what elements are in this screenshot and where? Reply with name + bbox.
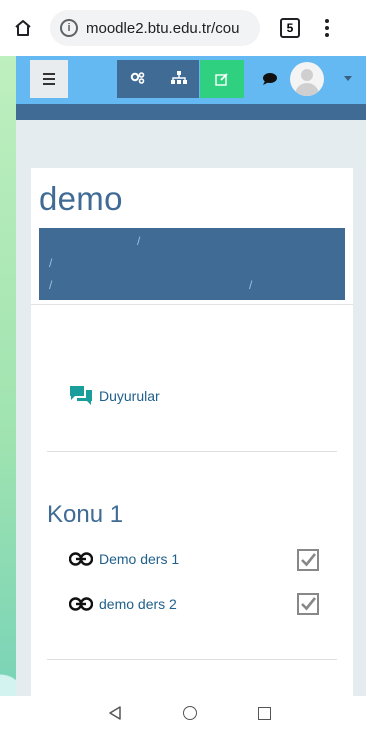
completion-checkbox-icon[interactable] [297, 549, 319, 571]
course-title: demo [39, 180, 123, 217]
forum-label[interactable]: Duyurular [99, 388, 160, 404]
section-title: Konu 1 [47, 501, 124, 528]
back-icon[interactable] [108, 706, 122, 720]
activity-label[interactable]: Demo ders 1 [99, 551, 179, 567]
browser-toolbar: i moodle2.btu.edu.tr/cou 5 [0, 0, 366, 56]
edit-mode-button[interactable] [200, 60, 244, 98]
hamburger-menu-button[interactable] [30, 60, 68, 98]
activity-url-2[interactable]: demo ders 2 [69, 596, 177, 612]
link-icon [69, 597, 93, 611]
breadcrumb-separator: / [49, 256, 53, 270]
forum-link[interactable]: Duyurular [69, 385, 160, 407]
sitemap-icon[interactable] [170, 70, 187, 88]
breadcrumb: / / / / [39, 228, 345, 300]
tab-switcher-button[interactable]: 5 [280, 18, 300, 38]
completion-checkbox-icon[interactable] [297, 593, 319, 615]
android-navigation-bar [0, 696, 366, 730]
user-avatar[interactable] [290, 62, 324, 96]
home-button-icon[interactable] [183, 706, 197, 720]
edit-icon [215, 73, 228, 86]
info-icon[interactable]: i [60, 19, 78, 37]
section-divider [47, 659, 337, 660]
forum-icon [70, 386, 92, 405]
course-content: Duyurular Konu 1 Demo ders 1 demo ders 2 [31, 304, 353, 697]
section-divider [47, 451, 337, 452]
nav-tools-group [117, 60, 199, 98]
user-menu-caret-icon[interactable] [344, 76, 352, 81]
link-icon [69, 552, 93, 566]
navbar-shadow [16, 104, 366, 120]
breadcrumb-separator: / [249, 278, 253, 292]
activity-url-1[interactable]: Demo ders 1 [69, 551, 179, 567]
breadcrumb-separator: / [137, 234, 141, 248]
url-text: moodle2.btu.edu.tr/cou [86, 19, 240, 37]
activity-label[interactable]: demo ders 2 [99, 596, 177, 612]
home-icon[interactable] [10, 15, 36, 41]
breadcrumb-separator: / [49, 278, 53, 292]
more-menu-icon[interactable] [322, 19, 332, 37]
message-icon[interactable] [262, 72, 278, 91]
settings-cogs-icon[interactable] [130, 71, 146, 88]
wallpaper-strip [0, 50, 16, 700]
moodle-navbar [16, 56, 366, 104]
course-header: demo / / / / [31, 168, 353, 304]
address-bar[interactable]: i moodle2.btu.edu.tr/cou [50, 10, 260, 46]
recent-apps-icon[interactable] [258, 707, 271, 720]
